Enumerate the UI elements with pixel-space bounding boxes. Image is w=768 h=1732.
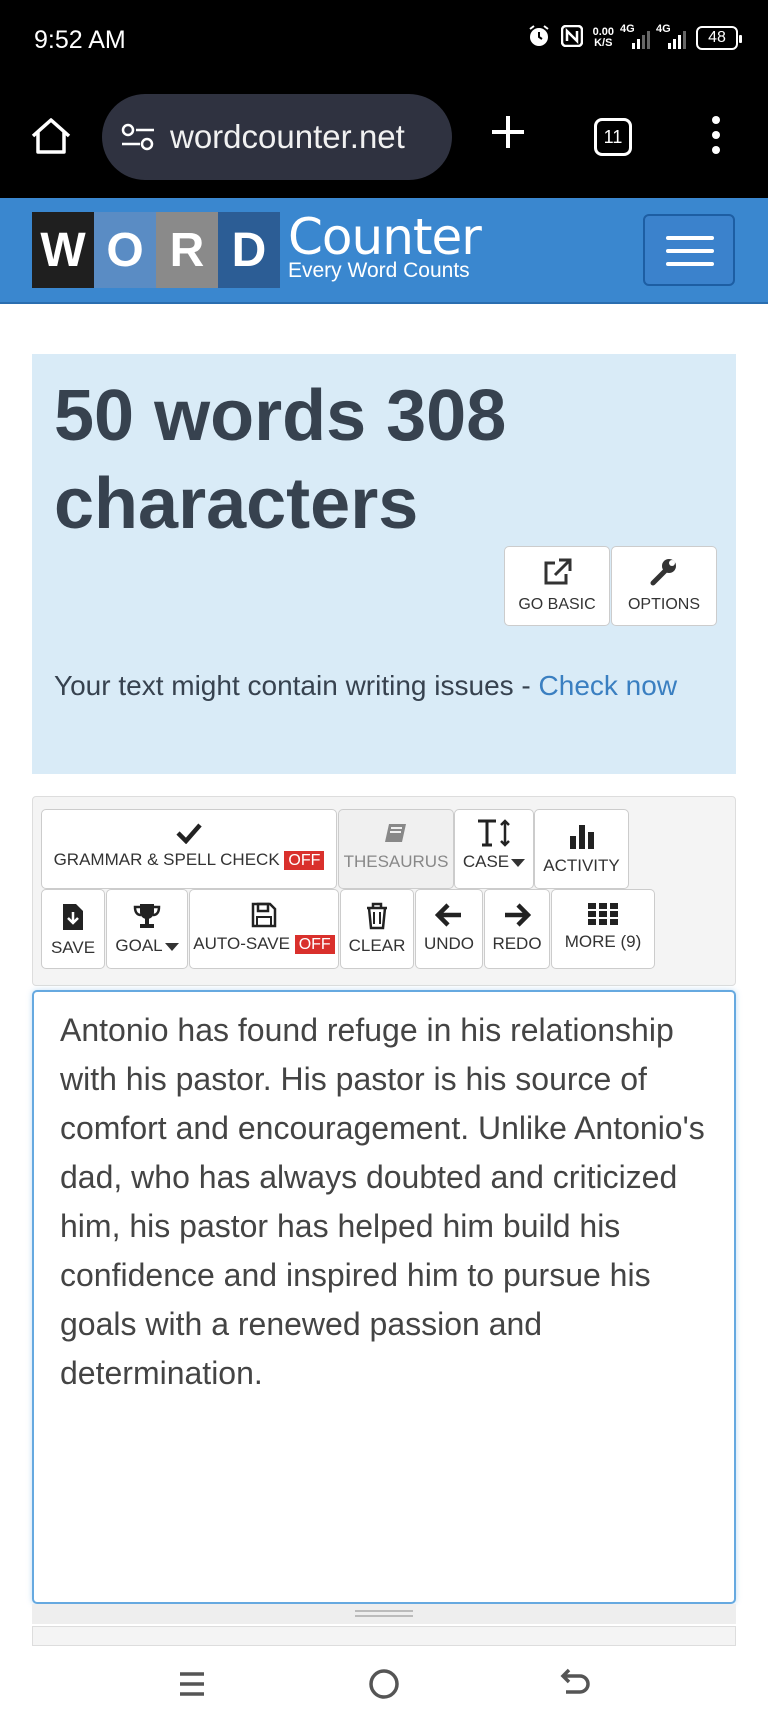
- options-label: OPTIONS: [627, 596, 700, 613]
- new-tab-button[interactable]: [488, 112, 528, 161]
- nfc-icon: [560, 24, 583, 51]
- site-settings-icon: [121, 123, 154, 151]
- site-menu-button[interactable]: [643, 214, 735, 286]
- auto-save-label: AUTO-SAVE: [193, 934, 290, 953]
- tab-switcher-button[interactable]: 11: [594, 118, 632, 156]
- plus-icon: [492, 116, 524, 148]
- site-header: W O R D Counter Every Word Counts: [0, 198, 768, 304]
- lower-panel-edge: [32, 1626, 736, 1646]
- status-bar: 9:52 AM 0.00 K/S 4G 4G 48: [0, 0, 768, 84]
- case-label: CASE: [462, 852, 510, 871]
- auto-save-button[interactable]: AUTO-SAVE OFF: [189, 889, 339, 969]
- status-icons: 0.00 K/S 4G 4G 48: [527, 23, 742, 52]
- go-basic-button[interactable]: GO BASIC: [504, 546, 610, 626]
- home-button[interactable]: [28, 114, 74, 160]
- book-icon: [385, 824, 406, 842]
- options-button[interactable]: OPTIONS: [611, 546, 717, 626]
- redo-label: REDO: [492, 934, 542, 953]
- logo-tagline: Every Word Counts: [288, 259, 470, 282]
- editor-text: Antonio has found refuge in his relation…: [60, 1012, 705, 1391]
- arrow-right-icon: [505, 903, 531, 927]
- signal-label-2: 4G: [656, 23, 671, 35]
- grammar-label: GRAMMAR & SPELL CHECK: [53, 850, 280, 869]
- back-icon: [560, 1668, 590, 1694]
- home-circle-icon: [369, 1669, 399, 1699]
- bar-chart-icon: [569, 825, 594, 849]
- thesaurus-button[interactable]: THESAURUS: [338, 809, 454, 889]
- home-icon: [31, 118, 71, 154]
- undo-label: UNDO: [423, 934, 475, 953]
- alarm-icon: [527, 24, 551, 52]
- thesaurus-label: THESAURUS: [343, 852, 449, 871]
- goal-button[interactable]: GOAL: [106, 889, 188, 969]
- issues-text: Your text might contain writing issues -: [54, 670, 539, 701]
- more-label: MORE (9): [564, 932, 642, 951]
- editor-toolbar: GRAMMAR & SPELL CHECK OFF THESAURUS CASE…: [32, 796, 736, 986]
- signal-icon-1: 4G: [620, 23, 650, 49]
- signal-label-1: 4G: [620, 23, 635, 35]
- floppy-disk-icon: [251, 902, 277, 928]
- address-bar[interactable]: wordcounter.net: [102, 94, 452, 180]
- external-link-icon: [544, 558, 572, 585]
- logo-word: Counter: [288, 208, 482, 266]
- battery-icon: 48: [696, 26, 742, 50]
- back-nav-button[interactable]: [558, 1666, 592, 1707]
- net-speed-unit: K/S: [594, 37, 613, 49]
- system-nav-bar: [0, 1646, 768, 1732]
- recents-icon: [180, 1672, 204, 1696]
- auto-save-off-badge: OFF: [294, 935, 335, 954]
- grammar-off-badge: OFF: [284, 851, 325, 870]
- trophy-icon: [133, 904, 161, 928]
- arrow-left-icon: [435, 903, 461, 927]
- status-time: 9:52 AM: [34, 26, 126, 54]
- clear-label: CLEAR: [348, 936, 406, 955]
- browser-menu-button[interactable]: [710, 116, 722, 160]
- logo-letter-o: O: [94, 212, 156, 288]
- trash-icon: [367, 902, 387, 930]
- editor-resize-handle[interactable]: [32, 1604, 736, 1624]
- goal-label: GOAL: [115, 936, 163, 955]
- save-label: SAVE: [50, 938, 96, 957]
- activity-label: ACTIVITY: [543, 856, 620, 875]
- checkmark-icon: [176, 823, 202, 844]
- activity-button[interactable]: ACTIVITY: [534, 809, 629, 889]
- check-now-link[interactable]: Check now: [539, 670, 678, 701]
- undo-button[interactable]: UNDO: [415, 889, 483, 969]
- word-character-count: 50 words 308 characters: [54, 376, 507, 544]
- url-text: wordcounter.net: [170, 118, 405, 155]
- logo[interactable]: W O R D: [32, 212, 280, 288]
- grid-icon: [588, 903, 618, 925]
- save-file-icon: [63, 904, 83, 930]
- grammar-spell-check-button[interactable]: GRAMMAR & SPELL CHECK OFF: [41, 809, 337, 889]
- redo-button[interactable]: REDO: [484, 889, 550, 969]
- logo-letter-w: W: [32, 212, 94, 288]
- browser-toolbar: wordcounter.net 11: [0, 84, 768, 198]
- caret-down-icon: [164, 942, 179, 951]
- count-summary-panel: 50 words 308 characters GO BASIC OPTIONS…: [32, 354, 736, 774]
- logo-letter-d: D: [218, 212, 280, 288]
- text-editor[interactable]: Antonio has found refuge in his relation…: [32, 990, 736, 1604]
- net-speed: 0.00 K/S: [593, 27, 614, 49]
- go-basic-label: GO BASIC: [518, 596, 596, 613]
- logo-text[interactable]: Counter Every Word Counts: [288, 208, 482, 282]
- home-nav-button[interactable]: [366, 1666, 402, 1707]
- writing-issues-notice: Your text might contain writing issues -…: [54, 664, 694, 708]
- more-button[interactable]: MORE (9): [551, 889, 655, 969]
- recent-apps-button[interactable]: [176, 1666, 208, 1707]
- text-height-icon: [478, 819, 510, 847]
- case-button[interactable]: CASE: [454, 809, 534, 889]
- clear-button[interactable]: CLEAR: [340, 889, 414, 969]
- wrench-icon: [650, 559, 676, 586]
- caret-down-icon: [511, 858, 526, 867]
- logo-letter-r: R: [156, 212, 218, 288]
- save-button[interactable]: SAVE: [41, 889, 105, 969]
- signal-icon-2: 4G: [656, 23, 686, 49]
